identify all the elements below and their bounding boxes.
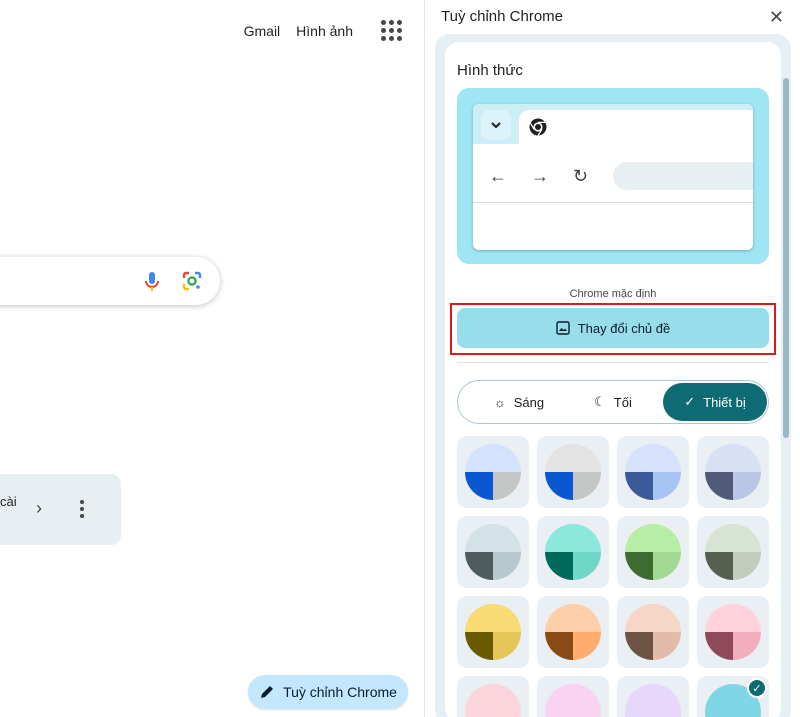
customize-side-panel: Tuỳ chỉnh Chrome ✕ Hình thức ← → ↻ Chrom… [425, 0, 800, 717]
chevron-right-icon[interactable]: › [36, 498, 42, 519]
close-icon[interactable]: ✕ [769, 7, 784, 28]
google-lens-icon[interactable] [181, 270, 203, 292]
mode-selector: ☼ Sáng ☾ Tối ✓ Thiết bị [457, 380, 769, 424]
more-vert-icon[interactable] [80, 500, 84, 518]
active-tab [519, 110, 753, 150]
mode-light-option[interactable]: ☼ Sáng [476, 381, 562, 423]
swatch-circle [705, 524, 761, 580]
swatch-circle [705, 444, 761, 500]
swatch-circle [545, 604, 601, 660]
preview-toolbar: ← → ↻ [473, 150, 753, 202]
scrollbar[interactable] [783, 78, 789, 438]
selected-check-icon: ✓ [747, 678, 767, 698]
appearance-card: Hình thức ← → ↻ Chrome mặc định Thay đổi… [445, 42, 781, 717]
swatch-circle [625, 444, 681, 500]
mode-dark-label: Tối [613, 394, 632, 410]
preview-divider [473, 202, 753, 203]
chevron-down-icon [481, 110, 511, 140]
swatch-circle [625, 604, 681, 660]
shortcut-card[interactable]: cài › [0, 474, 121, 545]
chrome-logo-icon [529, 118, 547, 136]
swatch-circle [625, 524, 681, 580]
color-swatch[interactable] [457, 676, 529, 717]
swatch-circle [625, 684, 681, 717]
sun-icon: ☼ [493, 394, 506, 410]
swatch-circle [465, 604, 521, 660]
swatch-circle [465, 684, 521, 717]
swatch-circle [545, 524, 601, 580]
color-swatch[interactable] [617, 596, 689, 668]
color-swatch[interactable] [457, 516, 529, 588]
voice-search-icon[interactable] [142, 271, 162, 293]
color-swatch[interactable] [457, 436, 529, 508]
google-apps-icon[interactable] [381, 20, 402, 41]
gmail-link[interactable]: Gmail [244, 23, 281, 39]
color-swatch[interactable] [617, 436, 689, 508]
color-swatch[interactable] [537, 436, 609, 508]
customize-chrome-label: Tuỳ chỉnh Chrome [283, 684, 397, 700]
panel-body: Hình thức ← → ↻ Chrome mặc định Thay đổi… [435, 34, 791, 717]
swatch-circle [545, 684, 601, 717]
pencil-icon [261, 686, 274, 698]
mode-light-label: Sáng [513, 394, 545, 410]
moon-icon: ☾ [594, 394, 606, 409]
new-tab-page: Gmail Hình ảnh cài › Tuỳ chỉnh Chrome [0, 0, 424, 717]
card-text: cài [0, 494, 17, 509]
section-title: Hình thức [457, 62, 523, 79]
browser-preview: ← → ↻ [473, 104, 753, 250]
section-divider [457, 362, 769, 363]
color-swatch[interactable] [697, 436, 769, 508]
customize-chrome-button[interactable]: Tuỳ chỉnh Chrome [248, 675, 408, 709]
panel-title: Tuỳ chỉnh Chrome [441, 8, 563, 25]
swatch-circle [465, 524, 521, 580]
color-swatch-grid: ✓ [457, 436, 769, 717]
color-swatch[interactable] [617, 516, 689, 588]
top-links: Gmail Hình ảnh [244, 20, 402, 41]
mode-device-label: Thiết bị [703, 394, 746, 410]
color-swatch[interactable] [697, 596, 769, 668]
back-arrow-icon: ← [489, 166, 507, 186]
search-box[interactable] [0, 257, 220, 305]
omnibox [613, 162, 753, 190]
mode-dark-option[interactable]: ☾ Tối [568, 381, 658, 423]
color-swatch[interactable] [617, 676, 689, 717]
forward-arrow-icon: → [531, 166, 549, 186]
swatch-circle [705, 604, 761, 660]
color-swatch[interactable] [537, 676, 609, 717]
color-swatch[interactable]: ✓ [697, 676, 769, 717]
highlight-box [450, 303, 776, 355]
color-swatch[interactable] [457, 596, 529, 668]
images-link[interactable]: Hình ảnh [296, 23, 353, 39]
theme-preview: ← → ↻ [457, 88, 769, 264]
mode-device-option[interactable]: ✓ Thiết bị [663, 383, 767, 421]
color-swatch[interactable] [537, 596, 609, 668]
default-theme-label: Chrome mặc định [569, 288, 657, 300]
reload-icon: ↻ [573, 166, 589, 186]
swatch-circle [545, 444, 601, 500]
color-swatch[interactable] [537, 516, 609, 588]
check-icon: ✓ [684, 394, 696, 409]
swatch-circle [465, 444, 521, 500]
color-swatch[interactable] [697, 516, 769, 588]
